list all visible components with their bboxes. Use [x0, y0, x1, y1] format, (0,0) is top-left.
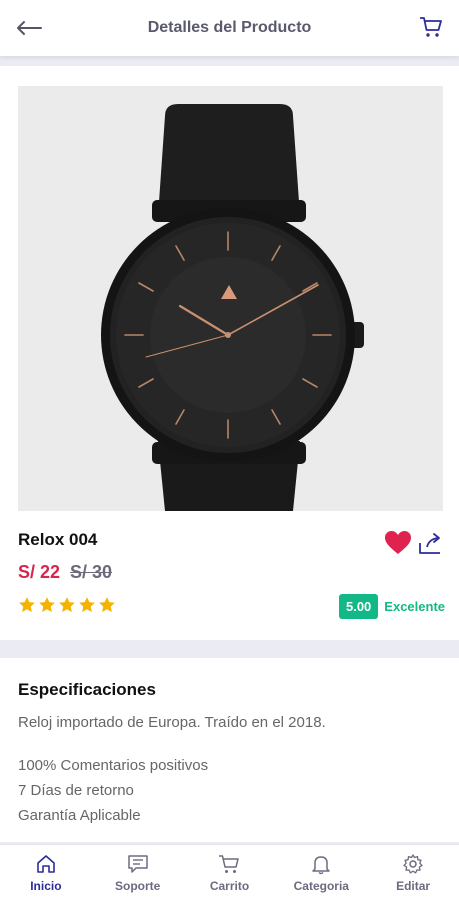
star-icon — [79, 597, 95, 612]
nav-label: Carrito — [209, 878, 250, 893]
back-button[interactable] — [14, 14, 44, 42]
share-button[interactable] — [418, 531, 444, 555]
star-icon — [99, 597, 115, 612]
app-bar: Detalles del Producto — [0, 0, 459, 56]
heart-icon — [385, 531, 411, 554]
nav-label: Editar — [396, 878, 431, 893]
chat-icon — [127, 854, 148, 873]
specifications-title: Especificaciones — [18, 680, 156, 699]
watch-photo — [18, 86, 443, 511]
specifications-card: Especificaciones Reloj importado de Euro… — [0, 658, 459, 842]
price-row: S/ 22 S/ 30 — [18, 562, 112, 583]
nav-item-soporte[interactable]: Soporte — [92, 845, 184, 900]
nav-item-editar[interactable]: Editar — [367, 845, 459, 900]
page-title: Detalles del Producto — [147, 19, 312, 36]
nav-item-carrito[interactable]: Carrito — [184, 845, 276, 900]
favorite-button[interactable] — [384, 530, 412, 556]
spec-line: Garantía Aplicable — [18, 807, 141, 824]
spec-line: 7 Días de retorno — [18, 782, 134, 799]
rating-label: Excelente — [384, 599, 445, 614]
product-card: Relox 004 S/ 22 S/ 30 5.00 Excelente — [0, 66, 459, 640]
product-name: Relox 004 — [18, 530, 98, 549]
nav-label: Inicio — [30, 878, 62, 893]
nav-label: Soporte — [115, 878, 161, 893]
product-image[interactable] — [18, 86, 443, 511]
nav-item-inicio[interactable]: Inicio — [0, 845, 92, 900]
cart-button[interactable] — [417, 13, 445, 41]
arrow-left-icon — [17, 21, 42, 35]
bottom-nav: Inicio Soporte Carrito Categoria Editar — [0, 844, 459, 900]
home-icon — [37, 854, 55, 873]
current-price: S/ 22 — [18, 562, 61, 582]
nav-item-categoria[interactable]: Categoria — [275, 845, 367, 900]
rating-badge: 5.00 — [338, 594, 379, 619]
old-price: S/ 30 — [70, 562, 113, 582]
product-description: Reloj importado de Europa. Traído en el … — [18, 714, 326, 731]
gear-icon — [403, 853, 423, 874]
spec-line: 100% Comentarios positivos — [18, 757, 209, 774]
rating-summary: 5.00 Excelente — [338, 594, 445, 619]
star-icon — [59, 597, 75, 612]
share-icon — [419, 533, 440, 554]
nav-label: Categoria — [293, 878, 349, 893]
star-rating — [18, 596, 116, 614]
star-icon — [19, 597, 35, 612]
bell-icon — [312, 855, 331, 874]
cart-icon — [420, 17, 442, 37]
star-icon — [39, 597, 55, 612]
cart-icon — [219, 854, 240, 873]
